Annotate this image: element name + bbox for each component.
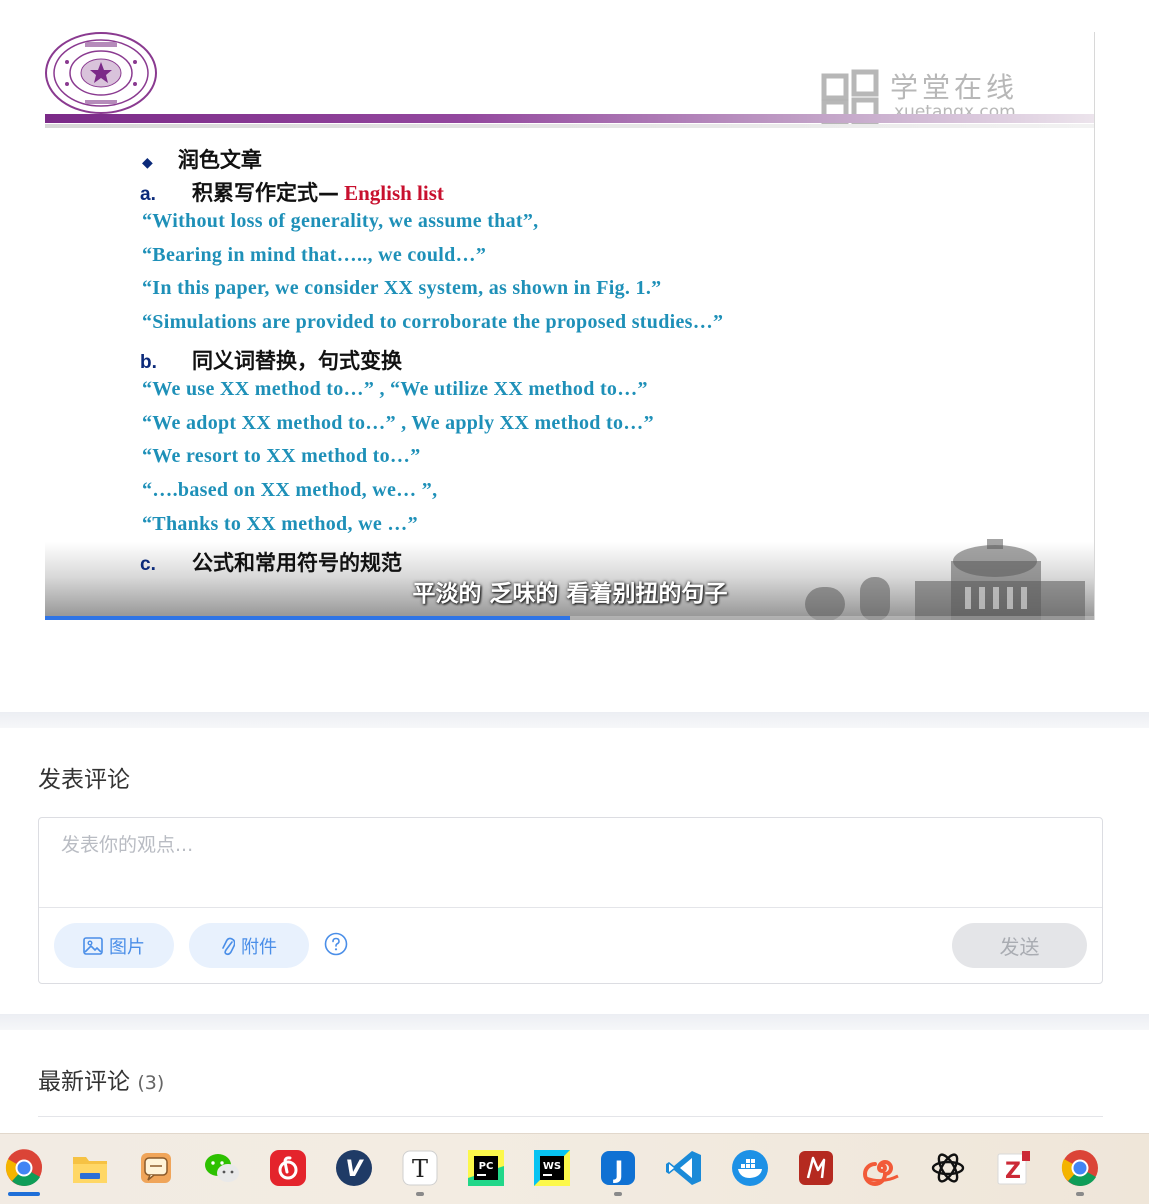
taskbar-chrome[interactable] [4, 1148, 44, 1196]
section-c-heading: c. 公式和常用符号的规范 [140, 547, 402, 577]
section-a-line-1: “Without loss of generality, we assume t… [142, 210, 539, 232]
section-b-title: 同义词替换，句式变换 [192, 349, 402, 373]
composer-divider [39, 907, 1102, 908]
latest-comments-label: 最新评论 [38, 1069, 130, 1095]
section-a-heading: a. 积累写作定式— English list [140, 177, 444, 207]
taskbar-netease-music[interactable] [268, 1148, 308, 1188]
taskbar-snail-app[interactable] [862, 1148, 902, 1188]
svg-text:PC: PC [479, 1161, 494, 1172]
slide-header-shadow [45, 124, 1095, 128]
paperclip-icon [222, 937, 235, 955]
section-a-title: 积累写作定式— [192, 181, 339, 205]
running-indicator [416, 1192, 424, 1196]
snail-app-icon [863, 1160, 899, 1186]
section-c-title: 公式和常用符号的规范 [192, 551, 402, 575]
section-b-line-3: “We resort to XX method to…” [142, 445, 421, 467]
section-a-title-en: English list [344, 181, 444, 205]
section-c-letter: c. [140, 554, 156, 575]
taskbar-red-app[interactable] [796, 1148, 836, 1188]
video-player[interactable]: 学堂在线 xuetangx.com ◆ 润色文章 a. 积累写作定式— Engli… [45, 32, 1095, 620]
taskbar-vivaldi[interactable]: V [334, 1148, 374, 1188]
red-app-icon [799, 1151, 833, 1185]
wechat-icon [205, 1154, 239, 1182]
svg-text:J: J [613, 1156, 624, 1184]
svg-text:V: V [345, 1157, 364, 1182]
bullet-diamond-icon: ◆ [142, 155, 153, 171]
section-a-letter: a. [140, 184, 156, 205]
running-indicator-2 [614, 1192, 622, 1196]
taskbar-chrome-2[interactable] [1060, 1148, 1100, 1196]
section-b-line-2: “We adopt XX method to…” , We apply XX m… [142, 412, 654, 434]
webstorm-icon: WS [534, 1150, 570, 1186]
file-explorer-icon [73, 1157, 107, 1183]
video-progress-bar[interactable] [45, 616, 1095, 620]
section-separator [0, 712, 1149, 728]
section-a-line-3: “In this paper, we consider XX system, a… [142, 277, 662, 299]
chrome-icon [5, 1149, 43, 1186]
svg-text:T: T [412, 1155, 428, 1183]
section-a-line-4: “Simulations are provided to corroborate… [142, 311, 724, 333]
taskbar-webstorm[interactable]: WS [532, 1148, 572, 1188]
taskbar-chatgpt[interactable] [928, 1148, 968, 1188]
watermark-brand: 学堂在线 [890, 71, 1019, 104]
university-seal-logo [45, 32, 157, 114]
running-indicator-3 [1076, 1192, 1084, 1196]
slide-heading-text: 润色文章 [177, 148, 262, 172]
comments-divider [38, 1116, 1103, 1117]
taskbar-pycharm[interactable]: PC [466, 1148, 506, 1188]
svg-text:WS: WS [543, 1161, 561, 1172]
image-upload-button[interactable]: 图片 [54, 923, 174, 968]
svg-text:Z: Z [1005, 1159, 1021, 1184]
attachment-label: 附件 [241, 936, 277, 958]
chat-app-icon [141, 1153, 171, 1183]
section-separator-2 [0, 1014, 1149, 1030]
taskbar: V T PC WS J Z [0, 1133, 1149, 1204]
section-b-letter: b. [140, 352, 157, 373]
taskbar-file-explorer[interactable] [70, 1148, 110, 1188]
section-b-line-4: “….based on XX method, we… ”, [142, 479, 438, 501]
image-upload-label: 图片 [109, 936, 145, 958]
chatgpt-icon [931, 1153, 965, 1183]
video-subtitle: 平淡的 乏味的 看着别扭的句子 [412, 581, 728, 607]
comment-input[interactable] [39, 818, 1102, 907]
netease-music-icon [270, 1150, 306, 1186]
section-b-line-5: “Thanks to XX method, we …” [142, 513, 418, 535]
latest-comments-title: 最新评论 (3) [38, 1062, 164, 1096]
help-icon[interactable] [324, 932, 348, 956]
section-a-line-2: “Bearing in mind that….., we could…” [142, 244, 487, 266]
post-comment-title: 发表评论 [38, 767, 130, 793]
taskbar-docker[interactable] [730, 1148, 770, 1188]
vscode-icon [666, 1151, 701, 1185]
taskbar-typora[interactable]: T [400, 1148, 440, 1196]
section-b-line-1: “We use XX method to…” , “We utilize XX … [142, 378, 648, 400]
image-icon [83, 936, 103, 955]
section-b-heading: b. 同义词替换，句式变换 [140, 345, 402, 375]
taskbar-zotero[interactable]: Z [994, 1148, 1034, 1188]
comment-count: (3) [137, 1072, 165, 1094]
taskbar-vscode[interactable] [664, 1148, 704, 1188]
chrome-icon-2 [1061, 1150, 1098, 1186]
comment-composer: 图片 附件 发送 [38, 817, 1103, 984]
docker-icon [732, 1150, 768, 1186]
pycharm-icon: PC [468, 1150, 504, 1186]
zotero-icon: Z [997, 1151, 1030, 1185]
video-progress-fill [45, 616, 570, 620]
joplin-icon: J [601, 1151, 635, 1185]
send-button[interactable]: 发送 [952, 923, 1087, 968]
vivaldi-icon: V [336, 1150, 372, 1186]
attachment-button[interactable]: 附件 [189, 923, 309, 968]
taskbar-wechat[interactable] [202, 1148, 242, 1188]
slide-heading: ◆ 润色文章 [142, 144, 262, 174]
taskbar-chat-app[interactable] [136, 1148, 176, 1188]
active-app-indicator [8, 1192, 40, 1196]
slide-header-bar [45, 114, 1095, 123]
taskbar-joplin[interactable]: J [598, 1148, 638, 1196]
typora-icon: T [402, 1150, 438, 1186]
